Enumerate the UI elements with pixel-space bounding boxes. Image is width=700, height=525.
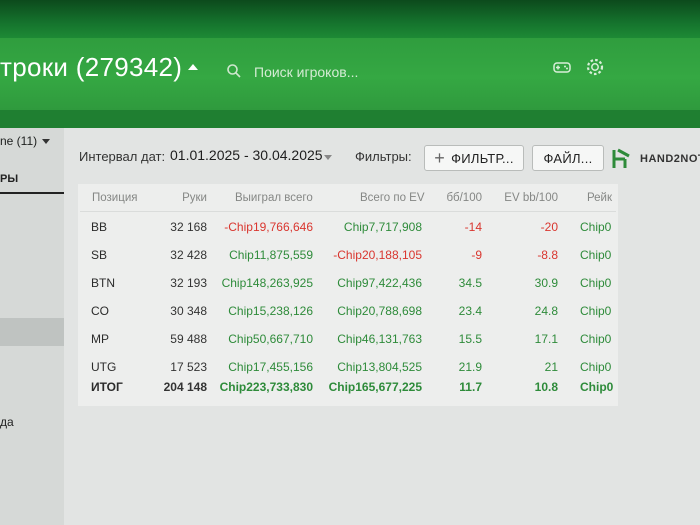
cell-won: Chip17,455,156 (228, 360, 313, 374)
chevron-down-icon[interactable] (324, 155, 332, 160)
cell-rake: Chip0 (580, 380, 614, 394)
hand2note-logo-icon (612, 148, 630, 168)
cell-evbb100: 17.1 (534, 332, 558, 346)
cell-bb100: 34.5 (458, 276, 482, 290)
cell-position: ИТОГ (91, 380, 123, 394)
cell-bb100: -14 (464, 220, 482, 234)
cell-won: -Chip19,766,646 (224, 220, 313, 234)
cell-rake: Chip0 (580, 360, 612, 374)
cell-ev: Chip20,788,698 (337, 304, 422, 318)
cell-position: SB (91, 248, 108, 262)
cell-rake: Chip0 (580, 304, 612, 318)
gamepad-icon[interactable] (551, 56, 573, 78)
cell-ev: Chip165,677,225 (328, 380, 422, 394)
chevron-down-icon (42, 139, 51, 145)
interval-label: Интервал дат: (79, 149, 166, 164)
cell-evbb100: 30.9 (534, 276, 558, 290)
column-header-bb100[interactable]: бб/100 (446, 192, 482, 204)
cell-hands: 59 488 (170, 332, 207, 346)
cell-position: BTN (91, 276, 115, 290)
file-button-label: ФАЙЛ... (543, 150, 593, 166)
search-icon (227, 64, 241, 78)
cell-won: Chip148,263,925 (221, 276, 313, 290)
plus-icon: + (434, 148, 446, 168)
cell-evbb100: -8.8 (537, 248, 558, 262)
search-input[interactable] (252, 61, 506, 83)
cell-rake: Chip0 (580, 332, 612, 346)
cell-bb100: 11.7 (459, 380, 482, 394)
cell-hands: 17 523 (170, 360, 207, 374)
sidebar-tab[interactable]: РЫ (0, 168, 64, 194)
cell-won: Chip15,238,126 (228, 304, 313, 318)
filters-label: Фильтры: (355, 149, 412, 164)
cell-ev: -Chip20,188,105 (333, 248, 422, 262)
cell-rake: Chip0 (580, 276, 612, 290)
sidebar-text: да (0, 415, 14, 429)
cell-won: Chip11,875,559 (229, 248, 313, 262)
column-header-evbb100[interactable]: EV bb/100 (504, 192, 558, 204)
column-header-rake[interactable]: Рейк (587, 192, 612, 204)
column-header-ev[interactable]: Всего по EV (360, 192, 425, 204)
title-caret-icon[interactable] (188, 64, 198, 70)
header-divider (80, 211, 616, 212)
cell-evbb100: 21 (544, 360, 558, 374)
cell-won: Chip50,667,710 (228, 332, 313, 346)
cell-ev: Chip13,804,525 (337, 360, 422, 374)
top-window-bar (0, 0, 700, 38)
cell-ev: Chip7,717,908 (343, 220, 422, 234)
cell-hands: 32 168 (170, 220, 207, 234)
gear-icon[interactable] (584, 56, 606, 78)
filter-button-label: ФИЛЬТР... (451, 150, 514, 166)
cell-hands: 204 148 (163, 380, 207, 394)
cell-evbb100: 24.8 (534, 304, 558, 318)
cell-bb100: 15.5 (458, 332, 482, 346)
cell-hands: 30 348 (170, 304, 207, 318)
sidebar-dropdown[interactable]: ne (11) (0, 134, 51, 148)
cell-bb100: 21.9 (458, 360, 482, 374)
cell-evbb100: 10.8 (534, 380, 558, 394)
cell-position: MP (91, 332, 109, 346)
cell-ev: Chip97,422,436 (337, 276, 422, 290)
column-header-won[interactable]: Выиграл всего (235, 192, 313, 204)
column-header-position[interactable]: Позиция (92, 192, 137, 204)
sub-header-bar (0, 110, 700, 128)
file-button[interactable]: ФАЙЛ... (532, 145, 604, 171)
cell-evbb100: -20 (540, 220, 558, 234)
filter-button[interactable]: + ФИЛЬТР... (424, 145, 524, 171)
sidebar-selected-item[interactable] (0, 318, 64, 346)
sidebar-dropdown-label: ne (11) (0, 134, 38, 148)
column-header-hands[interactable]: Руки (182, 192, 207, 204)
cell-position: BB (91, 220, 108, 234)
cell-hands: 32 193 (170, 276, 207, 290)
cell-rake: Chip0 (580, 220, 612, 234)
cell-ev: Chip46,131,763 (337, 332, 422, 346)
date-range-select[interactable]: 01.01.2025 - 30.04.2025 (170, 147, 323, 163)
cell-rake: Chip0 (580, 248, 612, 262)
cell-bb100: 23.4 (458, 304, 482, 318)
cell-hands: 32 428 (170, 248, 207, 262)
cell-won: Chip223,733,830 (219, 380, 313, 394)
page-title: троки (279342) (0, 52, 183, 82)
cell-bb100: -9 (471, 248, 482, 262)
cell-position: CO (91, 304, 109, 318)
hand2note-logo-text: HAND2NOT (640, 153, 700, 165)
cell-position: UTG (91, 360, 117, 374)
